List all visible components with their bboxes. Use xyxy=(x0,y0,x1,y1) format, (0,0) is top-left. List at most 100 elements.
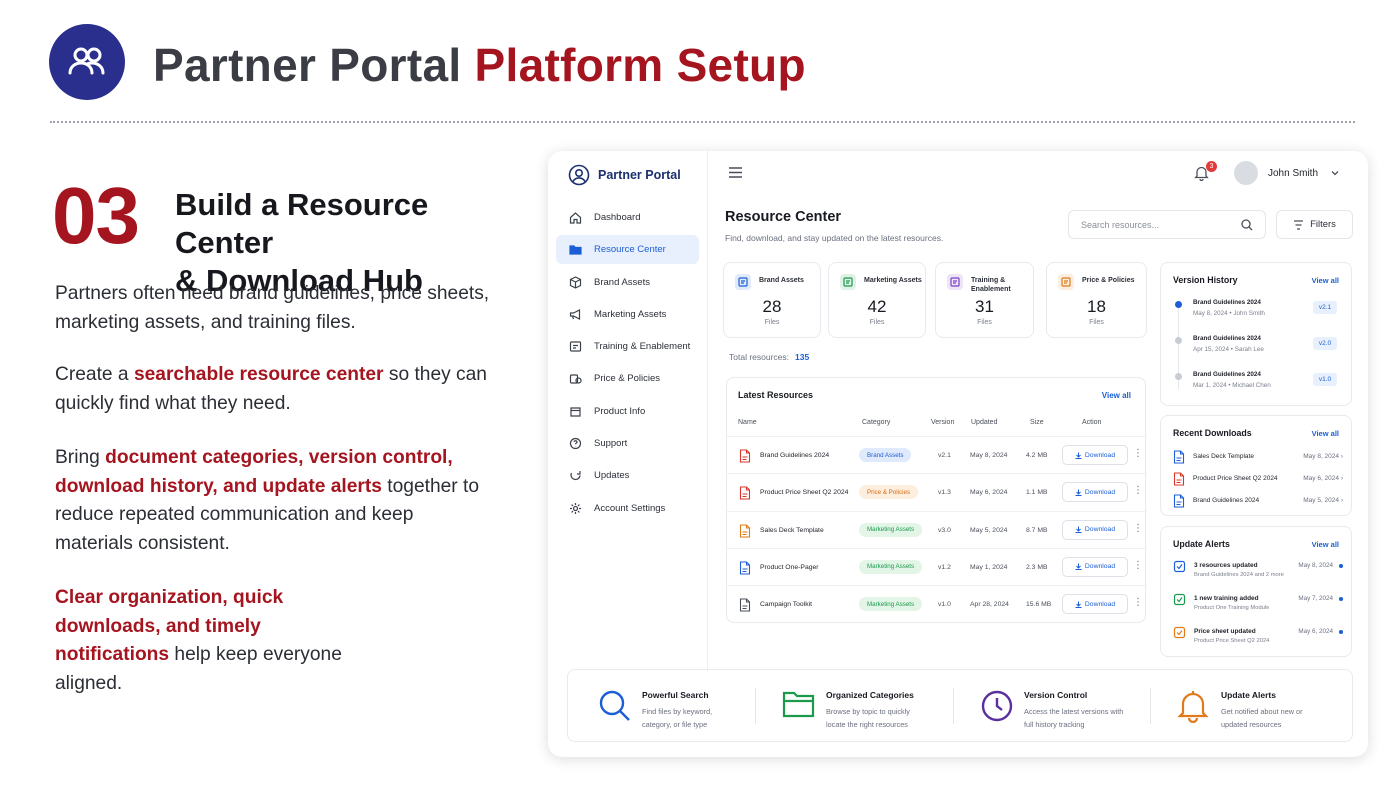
user-name[interactable]: John Smith xyxy=(1268,168,1318,179)
file-icon xyxy=(1173,450,1185,469)
sidebar-item-product-info[interactable]: Product Info xyxy=(556,397,699,426)
sidebar-item-resource-center[interactable]: Resource Center xyxy=(556,235,699,265)
category-badge: Price & Policies xyxy=(859,485,918,500)
sidebar-item-marketing-assets[interactable]: Marketing Assets xyxy=(556,300,699,329)
more-options-icon[interactable]: ⋮ xyxy=(1133,486,1143,496)
download-button[interactable]: Download xyxy=(1062,445,1128,465)
alert-item[interactable]: 3 resources updated Brand Guidelines 2024… xyxy=(1173,560,1343,590)
search-input[interactable]: Search resources... xyxy=(1068,210,1266,239)
version-view-all-link[interactable]: View all xyxy=(1312,276,1339,285)
download-item[interactable]: Product Price Sheet Q2 2024 May 6, 2024 › xyxy=(1173,471,1343,489)
version-item[interactable]: Brand Guidelines 2024 Mar 1, 2024 • Micha… xyxy=(1193,371,1271,389)
downloads-view-all-link[interactable]: View all xyxy=(1312,429,1339,438)
home-icon xyxy=(569,212,582,224)
file-icon xyxy=(1173,494,1185,513)
alert-icon xyxy=(1173,626,1186,644)
sidebar-item-support[interactable]: Support xyxy=(556,429,699,458)
download-item[interactable]: Sales Deck Template May 8, 2024 › xyxy=(1173,449,1343,467)
latest-view-all-link[interactable]: View all xyxy=(1102,391,1131,400)
row-name: Sales Deck Template xyxy=(760,526,824,534)
unread-dot xyxy=(1339,630,1343,634)
stat-value: 31 xyxy=(975,297,994,316)
category-icon xyxy=(1058,274,1074,290)
version-tag: v1.0 xyxy=(1313,373,1337,386)
recent-downloads-panel: Recent Downloads View all Sales Deck Tem… xyxy=(1160,415,1352,516)
latest-resources-table: Latest Resources View all Name Category … xyxy=(726,377,1147,623)
timeline-dot xyxy=(1175,301,1182,308)
alerts-view-all-link[interactable]: View all xyxy=(1312,540,1339,549)
version-meta: May 8, 2024 • John Smith xyxy=(1193,310,1265,317)
alert-date: May 8, 2024 xyxy=(1298,562,1333,569)
feature-title: Version Control xyxy=(1024,690,1088,700)
resource-center-title: Resource Center xyxy=(725,209,842,225)
row-size: 2.3 MB xyxy=(1026,563,1048,571)
more-options-icon[interactable]: ⋮ xyxy=(1133,523,1143,534)
sidebar-brand[interactable]: Partner Portal xyxy=(568,164,681,186)
row-updated: May 5, 2024 xyxy=(970,526,1008,534)
sidebar-item-account-settings[interactable]: Account Settings xyxy=(556,494,699,523)
version-tag: v2.1 xyxy=(1313,301,1337,314)
avatar[interactable] xyxy=(1234,161,1258,185)
stat-card-1[interactable]: Marketing Assets 42 Files xyxy=(828,262,926,338)
col-category: Category xyxy=(862,419,891,426)
folder-icon xyxy=(782,689,816,724)
sidebar-item-dashboard[interactable]: Dashboard xyxy=(556,203,699,232)
version-item[interactable]: Brand Guidelines 2024 May 8, 2024 • John … xyxy=(1193,299,1265,317)
notification-badge: 3 xyxy=(1206,161,1217,172)
download-date: May 8, 2024 › xyxy=(1303,453,1343,460)
download-item[interactable]: Brand Guidelines 2024 May 5, 2024 › xyxy=(1173,493,1343,511)
download-icon xyxy=(1075,489,1082,496)
feature-title: Powerful Search xyxy=(642,690,709,700)
more-options-icon[interactable]: ⋮ xyxy=(1133,560,1143,571)
sidebar-item-updates[interactable]: Updates xyxy=(556,461,699,490)
version-item[interactable]: Brand Guidelines 2024 Apr 15, 2024 • Sara… xyxy=(1193,335,1264,353)
search-icon xyxy=(598,689,632,728)
table-row[interactable]: Brand Guidelines 2024 Brand Assets v2.1 May… xyxy=(727,436,1147,473)
row-updated: May 1, 2024 xyxy=(970,563,1008,571)
stat-card-2[interactable]: Training & Enablement 31 Files xyxy=(935,262,1034,338)
version-history-title: Version History xyxy=(1173,275,1238,285)
more-options-icon[interactable]: ⋮ xyxy=(1133,449,1143,459)
resource-center-subtitle: Find, download, and stay updated on the … xyxy=(725,233,944,243)
alert-item[interactable]: 1 new training added Product One Training… xyxy=(1173,593,1343,623)
alert-title: 3 resources updated xyxy=(1194,562,1258,569)
stat-card-3[interactable]: Price & Policies 18 Files xyxy=(1046,262,1147,338)
download-button[interactable]: Download xyxy=(1062,556,1128,577)
menu-icon[interactable] xyxy=(728,166,743,179)
filters-button[interactable]: Filters xyxy=(1276,210,1353,239)
stat-card-0[interactable]: Brand Assets 28 Files xyxy=(723,262,821,338)
col-size: Size xyxy=(1030,419,1044,426)
sidebar-item-price-policies[interactable]: Price & Policies xyxy=(556,364,699,393)
unread-dot xyxy=(1339,564,1343,568)
download-button[interactable]: Download xyxy=(1062,594,1128,615)
feature-update-alerts: Update Alerts Get notified about new or u… xyxy=(1221,670,1351,743)
row-updated: May 6, 2024 xyxy=(970,489,1008,497)
sidebar-item-training-enablement[interactable]: Training & Enablement xyxy=(556,332,699,361)
download-button[interactable]: Download xyxy=(1062,519,1128,540)
table-row[interactable]: Sales Deck Template Marketing Assets v3.0 M… xyxy=(727,510,1147,548)
download-button[interactable]: Download xyxy=(1062,482,1128,503)
sidebar-item-brand-assets[interactable]: Brand Assets xyxy=(556,268,699,297)
version-name: Brand Guidelines 2024 xyxy=(1193,335,1261,342)
sidebar-item-label: Product Info xyxy=(594,405,646,417)
table-row[interactable]: Campaign Toolkit Marketing Assets v1.0 Apr … xyxy=(727,585,1147,622)
feature-title: Organized Categories xyxy=(826,690,914,700)
sidebar-item-label: Training & Enablement xyxy=(594,341,691,353)
row-version: v1.3 xyxy=(938,489,951,497)
table-row[interactable]: Product Price Sheet Q2 2024 Price & Polic… xyxy=(727,473,1147,510)
category-badge: Marketing Assets xyxy=(859,597,923,612)
download-name: Brand Guidelines 2024 xyxy=(1193,497,1260,504)
paragraph-3: Bring document categories, version contr… xyxy=(55,447,480,554)
alert-date: May 6, 2024 xyxy=(1298,628,1333,635)
file-icon xyxy=(739,449,751,468)
title-part2: Platform Setup xyxy=(474,39,806,91)
feature-divider xyxy=(1150,688,1151,724)
alert-item[interactable]: Price sheet updated Product Price Sheet Q… xyxy=(1173,626,1343,656)
latest-resources-title: Latest Resources xyxy=(738,390,814,400)
chevron-down-icon[interactable] xyxy=(1331,170,1339,176)
heading-line1: Build a Resource Center xyxy=(175,187,429,260)
file-icon xyxy=(739,561,751,580)
table-row[interactable]: Product One-Pager Marketing Assets v1.2 May… xyxy=(727,547,1147,585)
more-options-icon[interactable]: ⋮ xyxy=(1133,598,1143,608)
sidebar-item-label: Brand Assets xyxy=(594,276,650,288)
